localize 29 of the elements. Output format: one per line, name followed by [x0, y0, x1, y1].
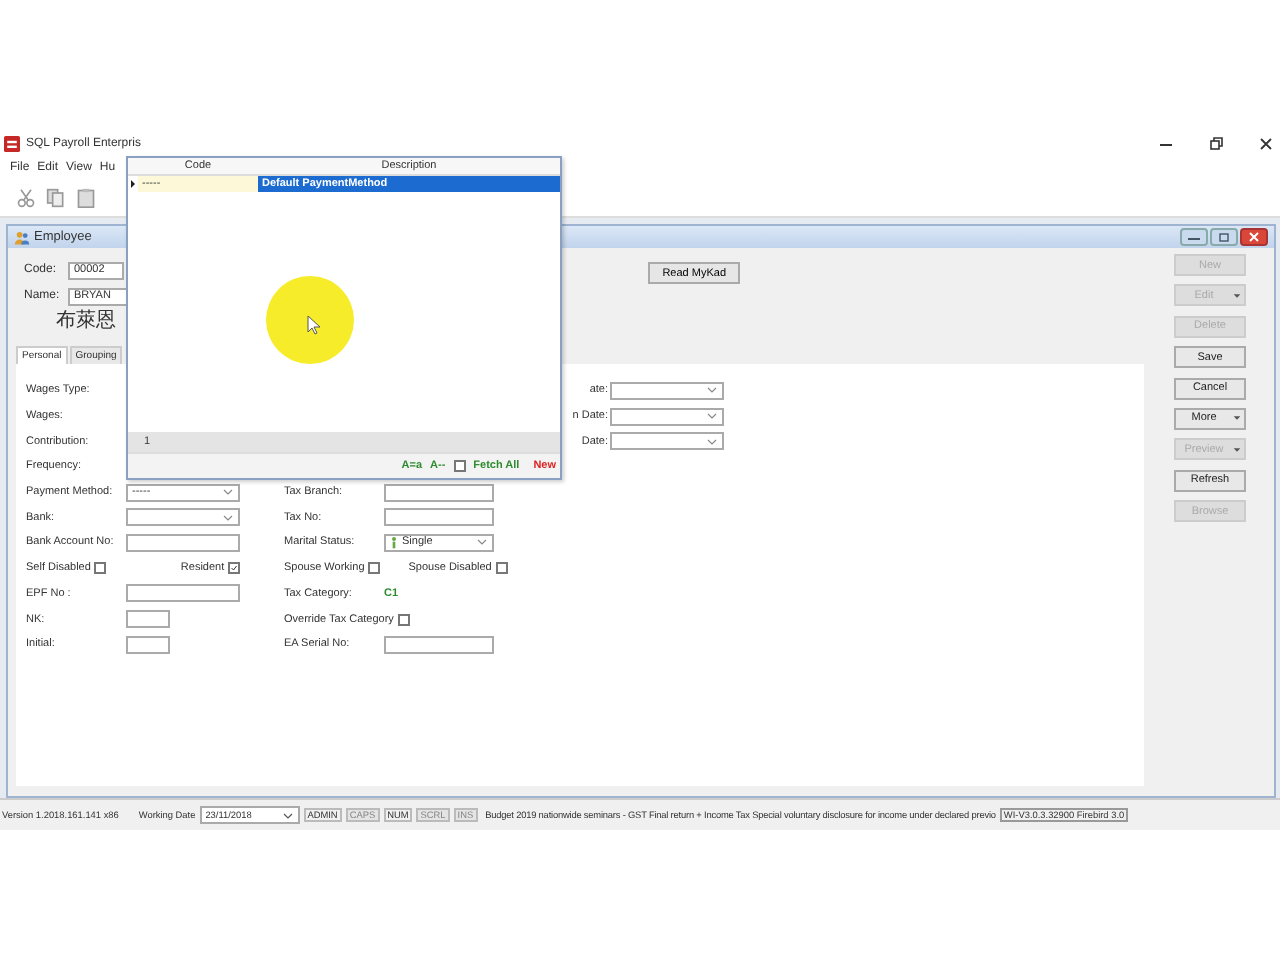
minimize-icon[interactable] [1180, 228, 1208, 246]
row-pointer-icon [128, 176, 138, 192]
checkbox[interactable] [94, 562, 107, 575]
restore-icon[interactable] [1206, 134, 1226, 154]
close-icon[interactable] [1256, 134, 1276, 154]
text-field[interactable] [384, 483, 494, 502]
paste-icon[interactable] [76, 188, 96, 208]
checkbox[interactable] [495, 562, 508, 575]
caret-icon[interactable] [1232, 414, 1242, 423]
text-field[interactable] [126, 533, 240, 552]
dropdown-field[interactable] [610, 432, 724, 451]
text-field[interactable] [384, 508, 494, 527]
checkbox[interactable] [368, 562, 381, 575]
checkbox[interactable] [397, 613, 410, 626]
cursor-highlight-drawing [264, 274, 356, 366]
close-icon[interactable] [1240, 228, 1268, 246]
text-field[interactable] [126, 584, 240, 603]
people-icon [14, 229, 30, 245]
copy-icon[interactable] [46, 188, 66, 208]
other-name-text: 布萊恩 [56, 312, 116, 332]
dropdown-field[interactable] [126, 508, 240, 527]
dropdown-field[interactable] [610, 407, 724, 426]
text-field[interactable] [126, 635, 170, 654]
cut-icon[interactable] [16, 188, 36, 208]
checkbox[interactable] [228, 562, 241, 575]
checkbox[interactable] [453, 460, 466, 472]
text-field[interactable] [384, 635, 494, 654]
dropdown-field[interactable] [610, 381, 724, 400]
text-field[interactable] [126, 610, 170, 629]
